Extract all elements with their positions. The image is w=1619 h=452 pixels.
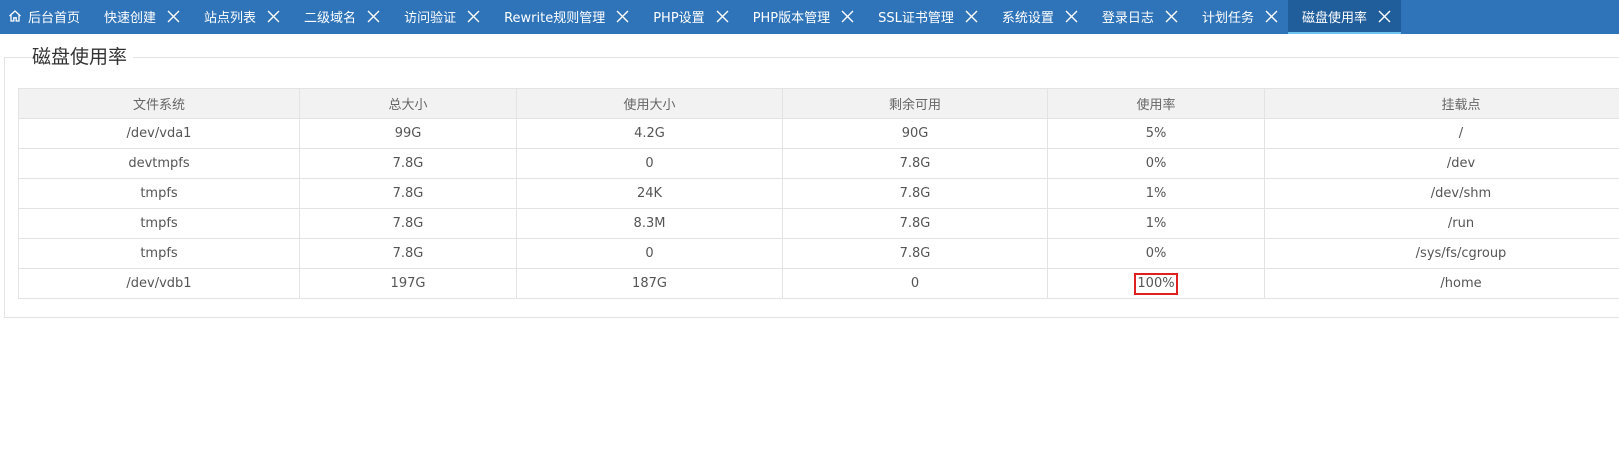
tab-label: PHP版本管理 xyxy=(752,10,831,26)
close-icon[interactable] xyxy=(1265,10,1278,23)
tab-login-log[interactable]: 登录日志 xyxy=(1088,0,1188,32)
tab-label: 登录日志 xyxy=(1101,10,1154,26)
table-row: devtmpfs 7.8G 0 7.8G 0% /dev xyxy=(18,148,1619,179)
disk-usage-table: 文件系统 总大小 使用大小 剩余可用 使用率 挂载点 /dev/vda1 99G… xyxy=(18,88,1619,299)
tab-label: 快速创建 xyxy=(104,10,157,26)
table-cell: 0 xyxy=(516,238,783,269)
tab-system-settings[interactable]: 系统设置 xyxy=(988,0,1088,32)
tab-label: 计划任务 xyxy=(1201,10,1254,26)
tab-label: Rewrite规则管理 xyxy=(504,10,606,26)
table-cell: 8.3M xyxy=(516,208,783,239)
table-cell: 197G xyxy=(299,268,517,299)
tab-site-list[interactable]: 站点列表 xyxy=(190,0,290,32)
tab-quick-create[interactable]: 快速创建 xyxy=(90,0,190,32)
table-cell: 187G xyxy=(516,268,783,299)
table-cell: 7.8G xyxy=(782,208,1048,239)
table-cell: /dev xyxy=(1264,148,1619,179)
column-header: 总大小 xyxy=(299,88,517,119)
table-cell: 7.8G xyxy=(782,178,1048,209)
table-cell: tmpfs xyxy=(18,178,300,209)
table-cell: 7.8G xyxy=(299,238,517,269)
table-cell: 0 xyxy=(782,268,1048,299)
table-cell: 100% xyxy=(1047,268,1265,299)
table-cell: 1% xyxy=(1047,178,1265,209)
tab-disk-usage[interactable]: 磁盘使用率 xyxy=(1287,0,1401,34)
table-row: /dev/vda1 99G 4.2G 90G 5% / xyxy=(18,118,1619,149)
table-cell: 1% xyxy=(1047,208,1265,239)
close-icon[interactable] xyxy=(467,10,480,23)
table-cell: 0% xyxy=(1047,238,1265,269)
table-cell: /run xyxy=(1264,208,1619,239)
tab-label: PHP设置 xyxy=(653,10,705,26)
table-cell: /home xyxy=(1264,268,1619,299)
tab-label: 后台首页 xyxy=(28,10,81,26)
usage-highlight: 100% xyxy=(1134,272,1178,295)
table-cell: 99G xyxy=(299,118,517,149)
table-cell: devtmpfs xyxy=(18,148,300,179)
tab-subdomain[interactable]: 二级域名 xyxy=(290,0,390,32)
tab-label: 访问验证 xyxy=(404,10,457,26)
close-icon[interactable] xyxy=(167,10,180,23)
column-header: 使用率 xyxy=(1047,88,1265,119)
close-icon[interactable] xyxy=(267,10,280,23)
table-cell: 7.8G xyxy=(782,148,1048,179)
table-cell: 24K xyxy=(516,178,783,209)
tab-rewrite-rules[interactable]: Rewrite规则管理 xyxy=(490,0,639,32)
tab-ssl-certs[interactable]: SSL证书管理 xyxy=(864,0,988,32)
column-header: 挂载点 xyxy=(1264,88,1619,119)
table-cell: 0% xyxy=(1047,148,1265,179)
table-cell: /dev/shm xyxy=(1264,178,1619,209)
tab-bar: 后台首页 快速创建 站点列表 二级域名 访问验证 Rewrite规则管理 PHP… xyxy=(0,0,1619,34)
tab-scheduled-tasks[interactable]: 计划任务 xyxy=(1188,0,1288,32)
table-cell: 4.2G xyxy=(516,118,783,149)
table-cell: 90G xyxy=(782,118,1048,149)
tab-label: 站点列表 xyxy=(204,10,257,26)
tab-access-auth[interactable]: 访问验证 xyxy=(390,0,490,32)
table-cell: 7.8G xyxy=(782,238,1048,269)
close-icon[interactable] xyxy=(616,10,629,23)
table-cell: 0 xyxy=(516,148,783,179)
table-row: tmpfs 7.8G 8.3M 7.8G 1% /run xyxy=(18,208,1619,239)
table-header-row: 文件系统 总大小 使用大小 剩余可用 使用率 挂载点 xyxy=(18,88,1619,119)
close-icon[interactable] xyxy=(1065,10,1078,23)
panel-title: 磁盘使用率 xyxy=(32,44,134,70)
close-icon[interactable] xyxy=(716,10,729,23)
tab-label: 二级域名 xyxy=(304,10,357,26)
column-header: 剩余可用 xyxy=(782,88,1048,119)
table-row: tmpfs 7.8G 24K 7.8G 1% /dev/shm xyxy=(18,178,1619,209)
tab-label: 系统设置 xyxy=(1001,10,1054,26)
close-icon[interactable] xyxy=(367,10,380,23)
table-row: /dev/vdb1 197G 187G 0 100% /home xyxy=(18,268,1619,299)
table-cell: /sys/fs/cgroup xyxy=(1264,238,1619,269)
table-cell: 7.8G xyxy=(299,178,517,209)
table-cell: / xyxy=(1264,118,1619,149)
close-icon[interactable] xyxy=(841,10,854,23)
table-cell: /dev/vda1 xyxy=(18,118,300,149)
tab-label: SSL证书管理 xyxy=(878,10,954,26)
table-cell: /dev/vdb1 xyxy=(18,268,300,299)
close-icon[interactable] xyxy=(1165,10,1178,23)
table-row: tmpfs 7.8G 0 7.8G 0% /sys/fs/cgroup xyxy=(18,238,1619,269)
home-icon xyxy=(9,10,21,22)
table-cell: 5% xyxy=(1047,118,1265,149)
table-cell: tmpfs xyxy=(18,238,300,269)
table-cell: 7.8G xyxy=(299,208,517,239)
table-cell: 7.8G xyxy=(299,148,517,179)
close-icon[interactable] xyxy=(965,10,978,23)
column-header: 文件系统 xyxy=(18,88,300,119)
table-cell: tmpfs xyxy=(18,208,300,239)
tab-php-settings[interactable]: PHP设置 xyxy=(639,0,738,32)
close-icon[interactable] xyxy=(1378,10,1391,23)
tab-php-versions[interactable]: PHP版本管理 xyxy=(739,0,864,32)
column-header: 使用大小 xyxy=(516,88,783,119)
tab-label: 磁盘使用率 xyxy=(1301,10,1367,26)
tab-home[interactable]: 后台首页 xyxy=(0,0,90,32)
